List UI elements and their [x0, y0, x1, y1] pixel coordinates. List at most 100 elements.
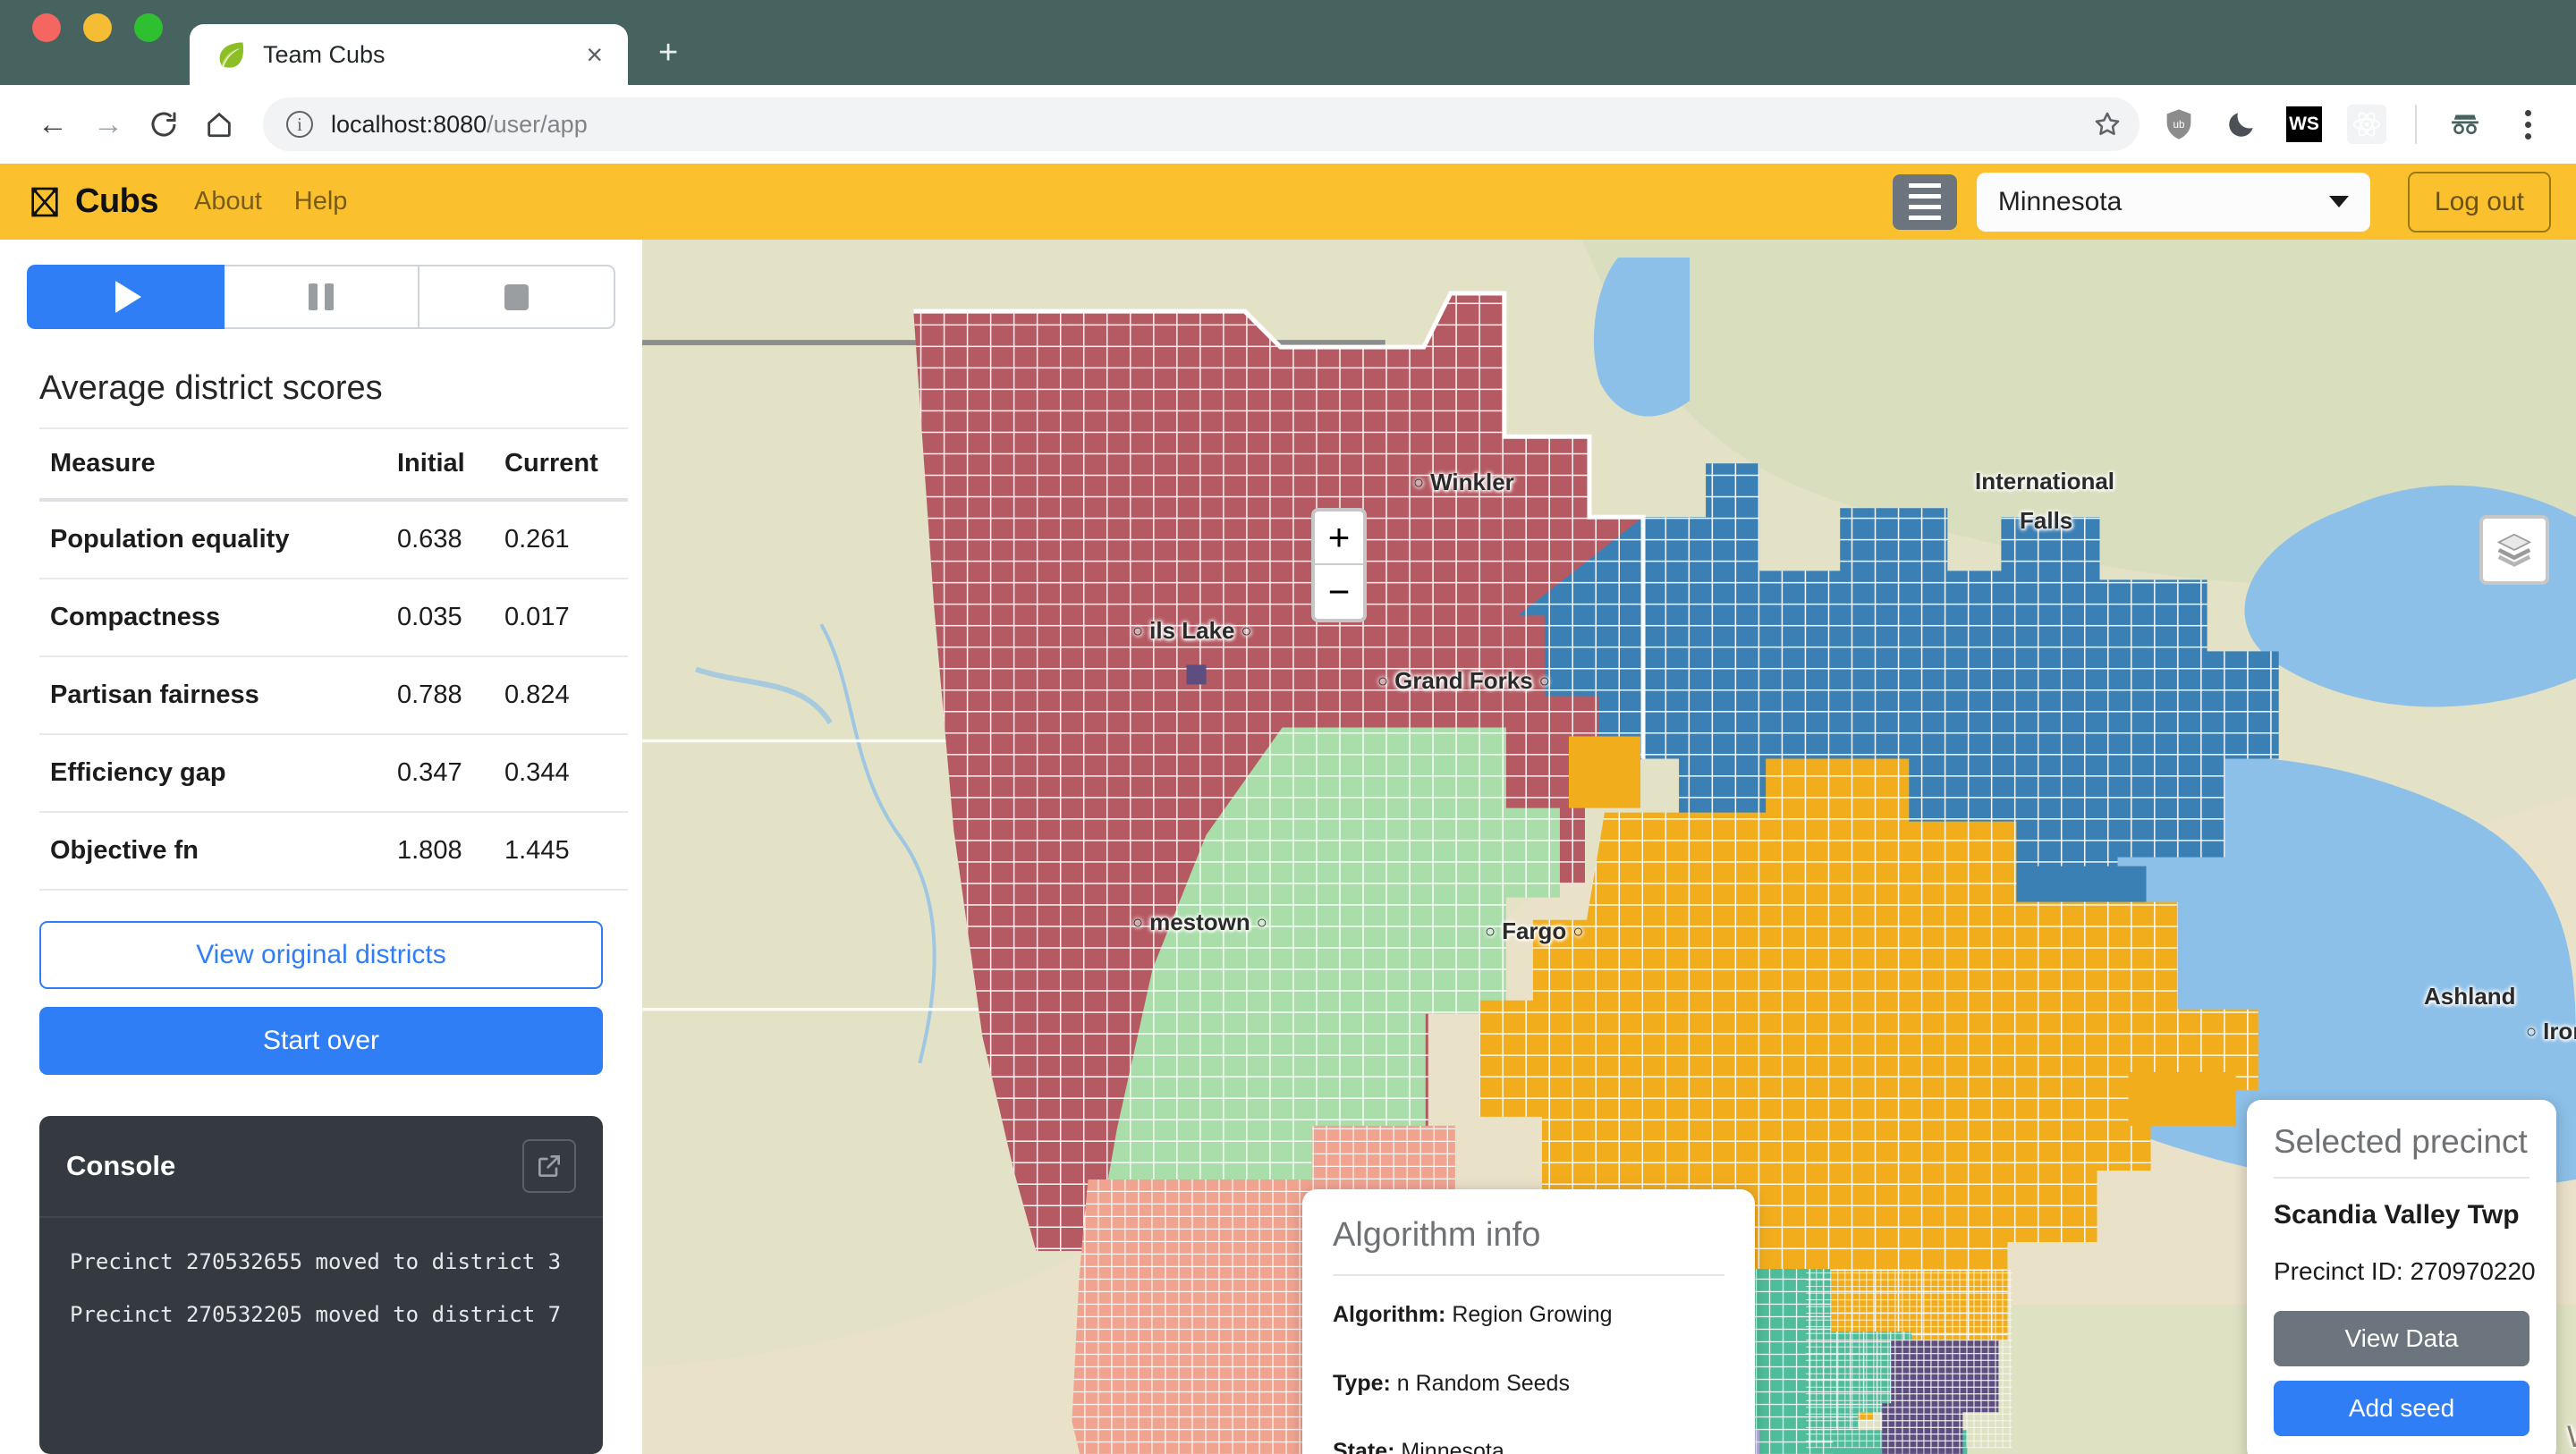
- measure-current: 0.824: [494, 656, 628, 735]
- map-label: International: [1975, 468, 2114, 495]
- algorithm-row: State: Minnesota: [1333, 1436, 1724, 1454]
- wakatime-icon[interactable]: WS: [2284, 105, 2324, 144]
- map-label: Fargo: [1485, 917, 1583, 945]
- hamburger-menu-button[interactable]: [1892, 173, 1957, 230]
- close-tab-button[interactable]: ×: [580, 40, 608, 69]
- play-icon: [114, 281, 141, 313]
- map-label-text: Falls: [2020, 507, 2073, 534]
- browser-window: Team Cubs × + ← → i localhost:8080/user/…: [0, 0, 2576, 1454]
- column-header-initial: Initial: [386, 427, 494, 502]
- brand[interactable]: Cubs: [27, 182, 159, 221]
- map-label-text: mestown: [1149, 909, 1250, 935]
- minimize-window-button[interactable]: [83, 13, 112, 42]
- zoom-in-button[interactable]: +: [1315, 511, 1363, 565]
- browser-toolbar: ← → i localhost:8080/user/app ub WS: [0, 85, 2576, 164]
- measure-initial: 0.035: [386, 579, 494, 657]
- console-line: Precinct 270532655 moved to district 3: [70, 1249, 562, 1274]
- column-header-current: Current: [494, 427, 628, 502]
- console-line: Precinct 270532205 moved to district 7: [70, 1301, 562, 1327]
- reload-button[interactable]: [136, 97, 191, 152]
- map-layers-button[interactable]: [2479, 515, 2549, 585]
- ws-badge: WS: [2286, 106, 2322, 142]
- site-info-icon[interactable]: i: [286, 111, 313, 138]
- reload-icon: [151, 112, 176, 137]
- map-label-text: Wisconsin: [2567, 1420, 2576, 1454]
- algorithm-key: Type:: [1333, 1370, 1391, 1396]
- nav-link-about[interactable]: About: [194, 187, 262, 216]
- back-button[interactable]: ←: [25, 97, 80, 152]
- zoom-out-button[interactable]: −: [1315, 565, 1363, 619]
- close-window-button[interactable]: [32, 13, 61, 42]
- table-row: Compactness 0.035 0.017: [39, 579, 628, 657]
- algorithm-key: Algorithm:: [1333, 1302, 1446, 1327]
- add-seed-button[interactable]: Add seed: [2274, 1381, 2529, 1436]
- cubs-application: Cubs About Help Minnesota Log out Averag…: [0, 164, 2576, 1454]
- address-bar[interactable]: i localhost:8080/user/app: [263, 97, 2140, 151]
- console-panel: Console Precinct 270532655 moved to dist…: [39, 1116, 603, 1454]
- start-over-button[interactable]: Start over: [39, 1007, 603, 1075]
- tab-title: Team Cubs: [263, 40, 386, 68]
- selected-precinct-body: Scandia Valley Twp Precinct ID: 27097022…: [2247, 1179, 2556, 1454]
- measure-name: Objective fn: [39, 812, 386, 891]
- browser-menu-icon[interactable]: [2508, 105, 2547, 144]
- console-output: Precinct 270532655 moved to district 3 P…: [39, 1218, 603, 1359]
- map-label-state: Wisconsin: [2567, 1420, 2576, 1454]
- url-text: localhost:8080/user/app: [331, 111, 588, 139]
- logout-button[interactable]: Log out: [2407, 171, 2551, 232]
- selected-precinct-card: Selected precinct Scandia Valley Twp Pre…: [2247, 1100, 2556, 1454]
- algorithm-info-title: Algorithm info: [1333, 1216, 1541, 1254]
- svg-text:ub: ub: [2174, 119, 2185, 131]
- browser-titlebar: Team Cubs × +: [0, 0, 2576, 85]
- state-select-value: Minnesota: [1997, 186, 2123, 216]
- view-data-button[interactable]: View Data: [2274, 1311, 2529, 1366]
- map-label-text: Grand Forks: [1394, 667, 1533, 694]
- home-button[interactable]: [191, 97, 247, 152]
- new-tab-button[interactable]: +: [658, 34, 678, 85]
- pause-button[interactable]: [224, 265, 420, 329]
- precinct-name: Scandia Valley Twp: [2274, 1200, 2520, 1230]
- nav-link-help[interactable]: Help: [294, 187, 348, 216]
- measure-current: 0.344: [494, 734, 628, 813]
- algorithm-value: Region Growing: [1452, 1302, 1613, 1327]
- window-traffic-lights[interactable]: [32, 0, 163, 85]
- algorithm-key: State:: [1333, 1439, 1395, 1454]
- state-select[interactable]: Minnesota: [1976, 172, 2370, 232]
- map-label: mestown: [1132, 909, 1267, 936]
- measure-current: 0.017: [494, 579, 628, 657]
- table-header-row: Measure Initial Current: [39, 427, 628, 502]
- average-district-scores-table: Measure Initial Current Population equal…: [39, 427, 628, 891]
- map-label-text: Ironwood: [2543, 1018, 2576, 1044]
- map-label: Ashland: [2424, 983, 2516, 1010]
- app-body: Average district scores Measure Initial …: [0, 240, 2576, 1454]
- playback-controls: [27, 265, 615, 329]
- table-row: Objective fn 1.808 1.445: [39, 812, 628, 891]
- browser-tab[interactable]: Team Cubs ×: [190, 24, 628, 85]
- play-button[interactable]: [27, 265, 225, 329]
- district-map[interactable]: Winkler Nipigon International Falls Thun…: [642, 240, 2576, 1454]
- map-label: ils Lake: [1132, 617, 1252, 645]
- dark-mode-icon[interactable]: [2222, 105, 2261, 144]
- maximize-window-button[interactable]: [134, 13, 163, 42]
- measure-name: Population equality: [39, 500, 386, 579]
- view-original-districts-button[interactable]: View original districts: [39, 921, 603, 989]
- incognito-glasses-icon: [2452, 114, 2479, 135]
- console-popout-button[interactable]: [522, 1139, 576, 1193]
- home-icon: [208, 112, 231, 138]
- stop-button[interactable]: [419, 265, 615, 329]
- measure-initial: 0.788: [386, 656, 494, 735]
- algorithm-info-body: Algorithm: Region Growing Type: n Random…: [1302, 1276, 1755, 1454]
- react-devtools-icon[interactable]: [2347, 105, 2386, 144]
- selected-precinct-title: Selected precinct: [2274, 1123, 2528, 1160]
- measure-current: 1.445: [494, 812, 628, 891]
- measure-initial: 1.808: [386, 812, 494, 891]
- forward-button[interactable]: →: [80, 97, 136, 152]
- incognito-icon[interactable]: [2445, 105, 2485, 144]
- ublock-origin-icon[interactable]: ub: [2159, 105, 2199, 144]
- leaf-icon: [219, 42, 244, 68]
- map-label-text: Ashland: [2424, 983, 2516, 1010]
- bookmark-button[interactable]: [2084, 101, 2131, 148]
- external-link-icon: [538, 1155, 560, 1177]
- map-zoom-control: + −: [1311, 508, 1367, 622]
- measure-initial: 0.347: [386, 734, 494, 813]
- map-label: Grand Forks: [1377, 667, 1550, 695]
